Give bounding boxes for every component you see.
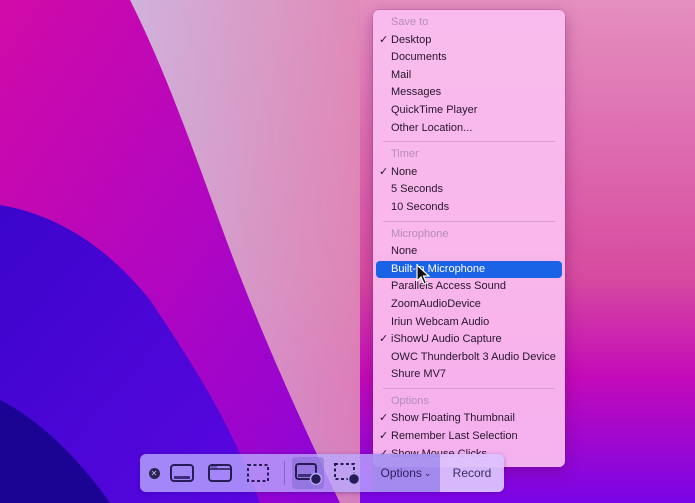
menu-item-label: Shure MV7 — [391, 368, 447, 381]
menu-item-label: Documents — [391, 51, 447, 64]
menu-item-label: 5 Seconds — [391, 183, 443, 196]
record-label: Record — [452, 466, 492, 480]
menu-item[interactable]: 5 Seconds — [376, 181, 562, 199]
menu-item[interactable]: ✓ Show Floating Thumbnail — [376, 410, 562, 428]
record-button[interactable]: Record — [440, 454, 504, 492]
checkmark-icon: ✓ — [379, 333, 389, 346]
wallpaper-graphic — [0, 0, 695, 503]
close-icon: ✕ — [148, 467, 160, 479]
menu-item-label: Desktop — [391, 33, 432, 46]
menu-section-header: Timer — [391, 148, 419, 161]
screenshot-toolbar: ✕ Options ⌄ Record — [140, 454, 504, 492]
menu-item[interactable]: 10 Seconds — [376, 199, 562, 217]
menu-item-label: Iriun Webcam Audio — [391, 315, 490, 328]
record-selection-button[interactable] — [332, 454, 362, 492]
window-icon — [208, 464, 232, 482]
menu-item[interactable]: Shure MV7 — [376, 366, 562, 384]
menu-item-label: iShowU Audio Capture — [391, 333, 502, 346]
checkmark-icon: ✓ — [379, 33, 389, 46]
menu-item[interactable]: Parallels Access Sound — [376, 278, 562, 296]
menu-item-label: Parallels Access Sound — [391, 280, 506, 293]
menu-separator — [383, 387, 555, 389]
menu-item-label: 10 Seconds — [391, 200, 450, 213]
record-screen-icon — [295, 463, 322, 485]
menu-item-label: Remember Last Selection — [391, 430, 518, 443]
chevron-down-icon: ⌄ — [423, 467, 432, 478]
capture-window-button[interactable] — [207, 454, 233, 492]
menu-section-header: Microphone — [391, 227, 449, 240]
mouse-pointer-icon — [416, 264, 430, 285]
menu-item[interactable]: ✓ Remember Last Selection — [376, 428, 562, 446]
menu-item-label: Messages — [391, 86, 442, 99]
menu-item[interactable]: None — [376, 243, 562, 261]
menu-item-label: OWC Thunderbolt 3 Audio Device — [391, 350, 556, 363]
capture-selection-button[interactable] — [245, 454, 271, 492]
menu-item[interactable]: ✓ None — [376, 164, 562, 182]
record-selection-icon — [334, 463, 361, 485]
menu-separator — [383, 220, 555, 222]
menu-separator — [383, 141, 555, 143]
menu-item-label: Other Location... — [391, 121, 473, 134]
menu-item[interactable]: Messages — [376, 84, 562, 102]
menu-section-header: Save to — [391, 16, 429, 28]
menu-item-label: Mail — [391, 68, 412, 81]
selection-icon — [247, 464, 269, 482]
entire-screen-icon — [170, 464, 194, 482]
options-dropdown-menu: Save to ✓ Desktop Documents Mail Messages Quic… — [373, 10, 565, 467]
desktop-wallpaper — [0, 0, 695, 503]
record-entire-screen-button[interactable] — [292, 457, 324, 489]
menu-item-label: ZoomAudioDevice — [391, 297, 481, 310]
menu-item-label: Show Floating Thumbnail — [391, 412, 515, 425]
checkmark-icon: ✓ — [379, 165, 389, 178]
menu-item[interactable]: OWC Thunderbolt 3 Audio Device — [376, 349, 562, 367]
menu-item[interactable]: Built-in Microphone — [376, 260, 562, 279]
menu-item[interactable]: Documents — [376, 49, 562, 67]
checkmark-icon: ✓ — [379, 430, 389, 443]
capture-entire-screen-button[interactable] — [169, 454, 195, 492]
menu-item[interactable]: ✓ Desktop — [376, 32, 562, 50]
close-button[interactable]: ✕ — [148, 454, 160, 492]
menu-item[interactable]: Mail — [376, 67, 562, 85]
menu-item[interactable]: Iriun Webcam Audio — [376, 314, 562, 332]
menu-item[interactable]: QuickTime Player — [376, 102, 562, 120]
menu-item-label: QuickTime Player — [391, 103, 478, 116]
checkmark-icon: ✓ — [379, 412, 389, 425]
menu-item-label: Built-in Microphone — [391, 262, 486, 275]
menu-item[interactable]: Other Location... — [376, 120, 562, 138]
menu-item-label: None — [391, 245, 418, 258]
options-label: Options — [380, 466, 422, 480]
toolbar-divider — [284, 461, 285, 485]
menu-item[interactable]: ZoomAudioDevice — [376, 296, 562, 314]
options-button[interactable]: Options ⌄ — [372, 454, 440, 492]
menu-item-label: None — [391, 165, 418, 178]
menu-item[interactable]: ✓ iShowU Audio Capture — [376, 331, 562, 349]
menu-section-header: Options — [391, 394, 429, 407]
